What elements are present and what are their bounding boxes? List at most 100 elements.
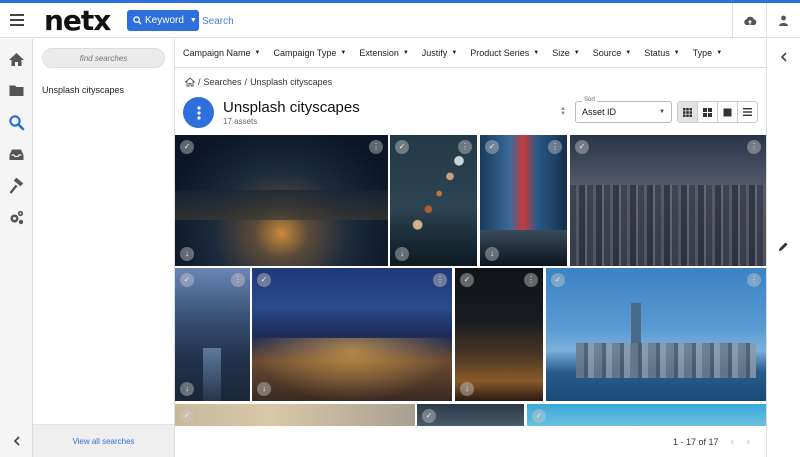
saved-searches-panel: Unsplash cityscapes View all searches [33,39,175,457]
download-icon[interactable]: ↓ [485,247,499,261]
sort-value: Asset ID [582,107,617,117]
asset-thumbnail[interactable]: ✓ ⋮ ↓ [455,268,543,401]
next-page-icon[interactable]: › [746,436,750,448]
logo[interactable]: netx [44,4,111,37]
select-check-icon[interactable]: ✓ [460,273,474,287]
view-grid-large-button[interactable] [698,102,718,122]
breadcrumb-separator: / [244,77,248,87]
view-single-button[interactable] [718,102,738,122]
caret-down-icon: ▼ [340,50,347,56]
saved-search-item[interactable]: Unsplash cityscapes [42,85,124,95]
more-options-icon[interactable]: ⋮ [524,273,538,287]
caret-down-icon: ▼ [451,50,458,56]
download-icon[interactable]: ↓ [180,382,194,396]
download-icon[interactable]: ↓ [460,382,474,396]
select-check-icon[interactable]: ✓ [180,409,194,423]
asset-thumbnail[interactable]: ✓ ⋮ ↓ [175,268,250,401]
search-icon [133,16,142,25]
sort-select[interactable]: Sort Asset ID ▼ [575,97,672,123]
page-title: Unsplash cityscapes [223,99,360,116]
caret-down-icon: ▼ [402,50,409,56]
filter-campaign-name[interactable]: Campaign Name ▼ [183,48,260,58]
square-icon [723,108,732,116]
user-icon [779,15,788,26]
asset-thumbnail[interactable]: ✓ ⋮ ↓ [252,268,452,401]
sort-direction-icon[interactable]: ▲ ▼ [560,106,566,117]
user-menu-button[interactable] [766,3,800,38]
select-check-icon[interactable]: ✓ [257,273,271,287]
filter-extension[interactable]: Extension ▼ [359,48,408,58]
asset-count: 17 assets [223,117,258,126]
grid-large-icon [703,107,712,117]
filter-source[interactable]: Source ▼ [593,48,631,58]
caret-down-icon: ▼ [254,50,261,56]
select-check-icon[interactable]: ✓ [422,409,436,423]
view-all-searches-link[interactable]: View all searches [33,424,174,457]
view-mode-toggle [677,101,758,123]
filter-size[interactable]: Size ▼ [552,48,579,58]
filter-justify[interactable]: Justify ▼ [422,48,457,58]
right-rail [766,39,800,457]
folder-nav-icon[interactable] [8,82,25,99]
select-check-icon[interactable]: ✓ [551,273,565,287]
filter-bar: Campaign Name ▼ Campaign Type ▼ Extension ▼… [175,39,766,68]
view-grid-small-button[interactable] [678,102,698,122]
asset-thumbnail[interactable]: ✓ ⋮ ↓ [480,135,567,266]
more-options-icon[interactable]: ⋮ [548,140,562,154]
download-icon[interactable]: ↓ [180,247,194,261]
find-searches-input[interactable] [42,48,165,68]
select-check-icon[interactable]: ✓ [180,273,194,287]
home-icon[interactable] [185,77,195,87]
filter-campaign-type[interactable]: Campaign Type ▼ [273,48,346,58]
home-nav-icon[interactable] [8,51,25,68]
settings-nav-icon[interactable] [8,209,25,226]
chevron-left-icon[interactable] [780,52,788,62]
keyword-dropdown-button[interactable]: Keyword ▼ [127,10,199,31]
asset-thumbnail[interactable]: ✓ [175,404,415,426]
pagination: 1 - 17 of 17 ‹ › [673,436,750,448]
asset-thumbnail[interactable]: ✓ ⋮ ↓ [175,135,388,266]
asset-thumbnail[interactable]: ✓ ⋮ [570,135,766,266]
more-options-icon[interactable]: ⋮ [747,273,761,287]
more-options-icon[interactable]: ⋮ [369,140,383,154]
download-icon[interactable]: ↓ [395,247,409,261]
more-options-icon[interactable]: ⋮ [747,140,761,154]
more-vertical-icon [196,105,201,120]
menu-icon[interactable] [10,14,24,26]
pencil-icon[interactable] [778,241,789,252]
pagination-range: 1 - 17 of 17 [673,437,719,447]
filter-product-series[interactable]: Product Series ▼ [470,48,539,58]
asset-thumbnail[interactable]: ✓ ⋮ [546,268,766,401]
view-list-button[interactable] [738,102,757,122]
upload-button[interactable] [732,3,766,38]
caret-down-icon: ▼ [189,17,197,24]
select-check-icon[interactable]: ✓ [485,140,499,154]
hammer-nav-icon[interactable] [8,178,25,195]
select-check-icon[interactable]: ✓ [532,409,546,423]
more-options-icon[interactable]: ⋮ [433,273,447,287]
collapse-sidebar-button[interactable] [0,424,33,457]
breadcrumb-separator: / [198,77,201,87]
asset-thumbnail[interactable]: ✓ ⋮ ↓ [390,135,477,266]
select-check-icon[interactable]: ✓ [180,140,194,154]
download-icon[interactable]: ↓ [257,382,271,396]
filter-type[interactable]: Type ▼ [693,48,722,58]
sort-label: Sort [582,97,598,103]
left-nav-rail [0,39,33,457]
select-check-icon[interactable]: ✓ [395,140,409,154]
actions-button[interactable] [183,97,214,128]
caret-down-icon: ▼ [533,50,540,56]
filter-status[interactable]: Status ▼ [644,48,679,58]
inbox-nav-icon[interactable] [8,146,25,163]
asset-thumbnail[interactable]: ✓ [527,404,766,426]
select-check-icon[interactable]: ✓ [575,140,589,154]
more-options-icon[interactable]: ⋮ [458,140,472,154]
grid-small-icon [683,107,692,117]
more-options-icon[interactable]: ⋮ [231,273,245,287]
breadcrumb: / Searches / Unsplash cityscapes [185,77,332,87]
previous-page-icon[interactable]: ‹ [731,436,735,448]
search-input[interactable] [202,11,502,31]
search-nav-icon[interactable] [8,114,25,131]
breadcrumb-searches-link[interactable]: Searches [204,77,242,87]
asset-thumbnail[interactable]: ✓ [417,404,524,426]
